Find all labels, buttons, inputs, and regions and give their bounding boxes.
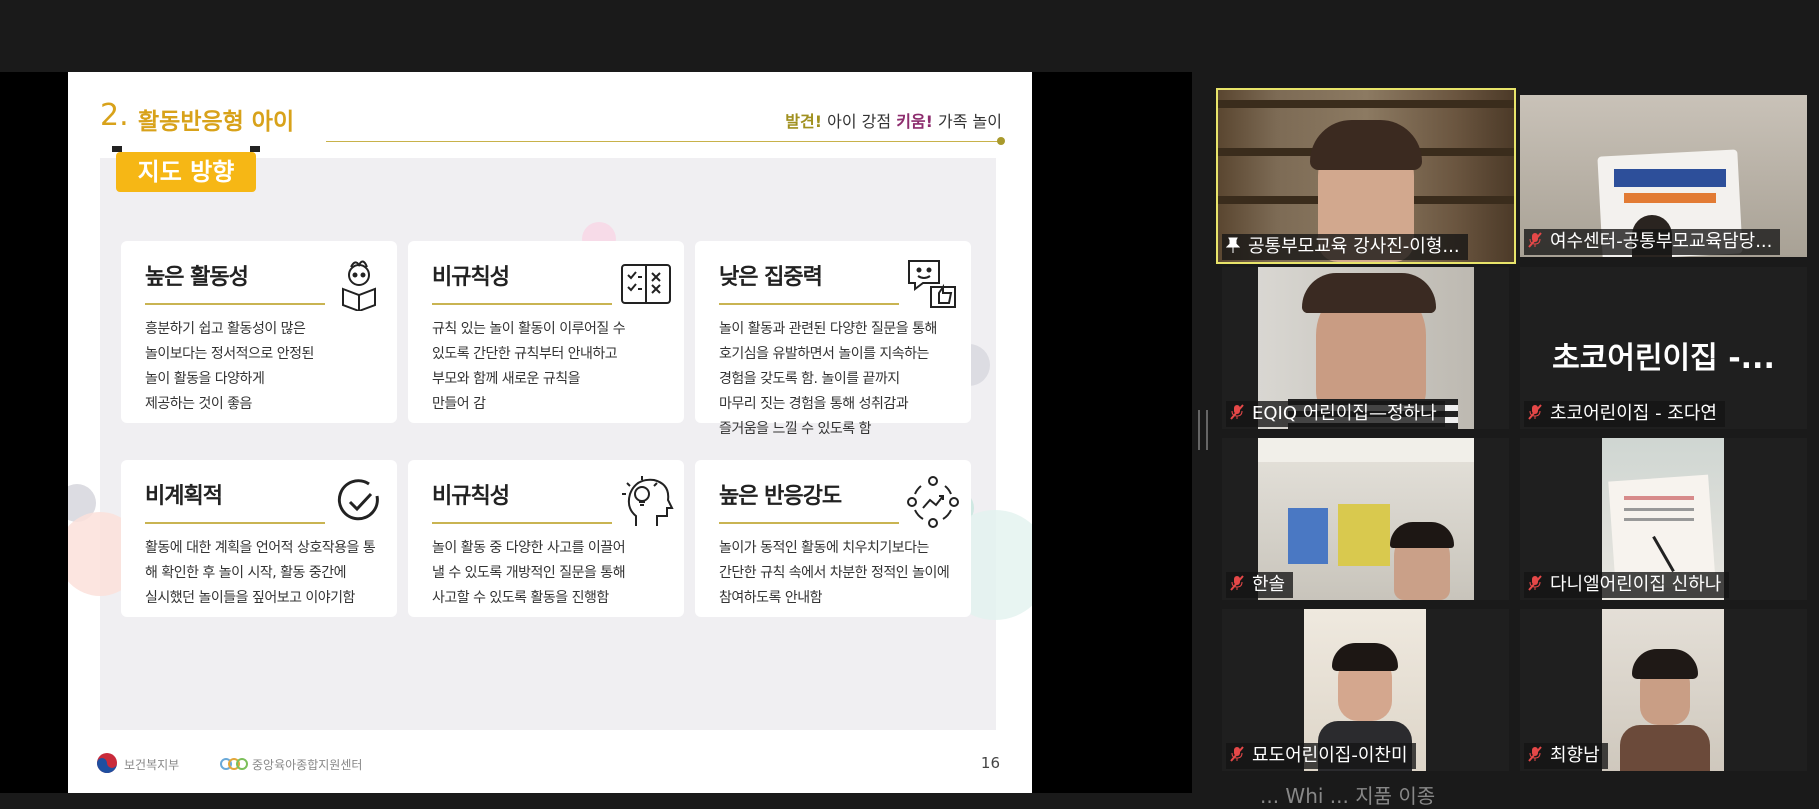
participant-tile[interactable]: 한솔 (1222, 438, 1509, 600)
participant-name: 최향남 (1524, 743, 1608, 769)
muted-mic-icon (1528, 746, 1542, 762)
ministry-name: 보건복지부 (124, 758, 180, 772)
participant-tile[interactable]: 여수센터-공통부모교육담당... (1520, 95, 1807, 257)
section-tab: 지도 방향 (112, 146, 260, 192)
card-body: 놀이가 동적인 활동에 치우치기보다는 간단한 규칙 속에서 차분한 정적인 놀… (719, 540, 950, 606)
participant-tile[interactable]: 초코어린이집 -... 초코어린이집 - 조다연 (1520, 267, 1807, 429)
tab-label: 지도 방향 (137, 158, 235, 186)
card-body: 흥분하기 쉽고 활동성이 많은 놀이보다는 정서적으로 안정된 놀이 활동을 다… (145, 321, 314, 412)
participant-name: EQIQ 어린이집—정하나 (1226, 401, 1445, 427)
muted-mic-icon (1528, 232, 1542, 248)
trait-card: 높은 반응강도 놀이가 동적인 활동에 치우치기보다는 간단한 규칙 속에서 차… (695, 460, 971, 617)
trait-card: 비규칙성 놀이 활동 중 다양한 사고를 이끌어 낼 수 있도록 개방적인 질문… (408, 460, 684, 617)
participant-name: 다니엘어린이집 신하나 (1524, 572, 1730, 598)
card-body: 규칙 있는 놀이 활동이 이루어질 수 있도록 간단한 규칙부터 안내하고 부모… (432, 321, 626, 412)
card-title: 비규칙성 (432, 484, 510, 509)
participant-name: 한솔 (1226, 572, 1294, 598)
child-reading-icon (342, 260, 376, 311)
trait-card: 높은 활동성 흥분하기 쉽고 활동성이 많은 놀이보다는 정서적으로 안정된 놀… (121, 241, 397, 423)
participant-tile[interactable]: 묘도어린이집-이찬미 (1222, 609, 1509, 771)
trait-card: 낮은 집중력 놀이 활동과 관련된 다양한 질문을 통해 호기심을 유발하면서 … (695, 241, 971, 437)
checklist-book-icon (621, 264, 671, 304)
panel-resize-handle[interactable] (1198, 410, 1208, 450)
card-title: 높은 활동성 (145, 265, 249, 290)
participant-tile[interactable]: 다니엘어린이집 신하나 (1520, 438, 1807, 600)
card-body: 놀이 활동 중 다양한 사고를 이끌어 낼 수 있도록 개방적인 질문을 통해 … (432, 540, 626, 606)
section-title: 활동반응형 아이 (138, 109, 295, 135)
participant-display-name: 초코어린이집 -... (1552, 341, 1775, 376)
participant-name: 초코어린이집 - 조다연 (1524, 401, 1725, 427)
participant-tile[interactable]: 최향남 (1520, 609, 1807, 771)
pin-icon (1226, 237, 1240, 253)
participant-name: 여수센터-공통부모교육담당... (1524, 229, 1781, 255)
card-title: 높은 반응강도 (719, 484, 842, 509)
network-cycle-icon (907, 476, 959, 528)
muted-mic-icon (1528, 575, 1542, 591)
section-number: 2. (100, 98, 129, 133)
muted-mic-icon (1230, 404, 1244, 420)
head-lightbulb-icon (622, 476, 674, 526)
header-rule (326, 141, 1002, 142)
slide-footer: 보건복지부 중앙육아종합지원센터 16 (96, 750, 1000, 780)
card-body: 활동에 대한 계획을 언어적 상호작용을 통 해 확인한 후 놀이 시작, 활동… (145, 540, 376, 606)
muted-mic-icon (1230, 746, 1244, 762)
header-rule-dot (997, 137, 1005, 145)
trait-card: 비규칙성 규칙 있는 놀이 활동이 이루어질 수 있도록 간단한 규칙부터 안내… (408, 241, 684, 423)
card-title: 낮은 집중력 (719, 265, 823, 290)
slide-header: 2. 활동반응형 아이 발견! 아이 강점 키움! 가족 놀이 (100, 98, 1005, 145)
meeting-top-bar (0, 0, 1819, 72)
ministry-logo-icon (97, 753, 117, 773)
center-logo-icon (220, 758, 248, 770)
muted-mic-icon (1230, 575, 1244, 591)
muted-mic-icon (1528, 404, 1542, 420)
trait-card: 비계획적 활동에 대한 계획을 언어적 상호작용을 통 해 확인한 후 놀이 시… (121, 460, 397, 617)
shared-slide: 2. 활동반응형 아이 발견! 아이 강점 키움! 가족 놀이 지도 방향 높은… (68, 72, 1032, 793)
participant-name: 공통부모교육 강사진-이형... (1222, 234, 1468, 260)
gallery-overflow-label: ... Whi ... 지품 이종 (1260, 784, 1436, 808)
participant-video (1602, 609, 1724, 771)
card-body: 놀이 활동과 관련된 다양한 질문을 통해 호기심을 유발하면서 놀이를 지속하… (719, 321, 937, 437)
check-circle-icon (337, 479, 379, 521)
card-title: 비계획적 (145, 484, 223, 509)
participant-tile[interactable]: EQIQ 어린이집—정하나 (1222, 267, 1509, 429)
participant-tile[interactable]: 공통부모교육 강사진-이형... (1216, 88, 1516, 264)
center-name: 중앙육아종합지원센터 (252, 758, 363, 772)
card-title: 비규칙성 (432, 265, 510, 290)
participant-name: 묘도어린이집-이찬미 (1226, 743, 1416, 769)
chat-thumbs-up-icon (908, 260, 956, 308)
page-number: 16 (980, 754, 1000, 772)
slide-subtitle: 발견! 아이 강점 키움! 가족 놀이 (785, 112, 1002, 131)
